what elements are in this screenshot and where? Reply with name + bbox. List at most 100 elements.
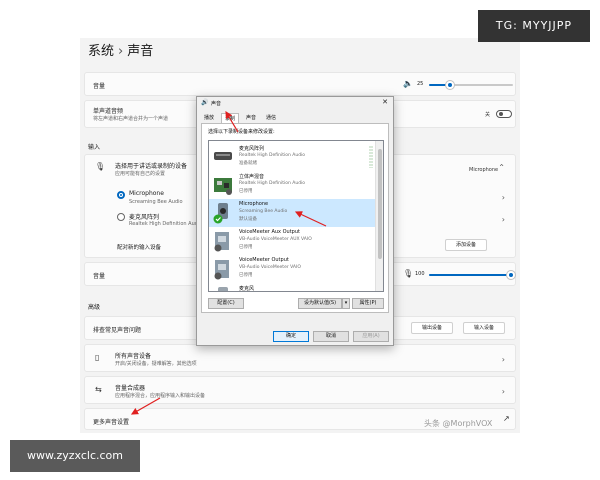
more-sound-settings-link[interactable]: 更多声音设置 [93,417,129,426]
page-title: 声音 [127,44,154,59]
radio-microphone[interactable] [117,191,125,199]
output-devices-button[interactable]: 输出设备 [411,322,454,334]
chevron-right-icon[interactable]: › [502,193,505,202]
microphone-icon: 🎙 [95,162,106,171]
add-device-button[interactable]: 添加设备 [445,239,488,251]
input-device-sub: Screaming Bee Audio [129,199,183,205]
slider-fill [429,274,511,276]
tab-communications[interactable]: 通信 [263,113,279,123]
speaker-device-icon: ▯ [95,353,100,362]
pair-device-label: 配对新的输入设备 [117,245,162,251]
external-link-icon: ↗ [503,414,510,423]
device-item[interactable]: VoiceMeeter Aux Output VB-Audio VoiceMee… [209,227,377,255]
recording-panel: 选择以下录制设备来修改设置: 麦克风阵列 Realtek High Defini… [201,123,389,313]
device-name: 麦克风阵列 [239,146,265,152]
breadcrumb-separator: › [118,44,124,59]
mono-audio-title: 单声道音频 [93,108,124,115]
chevron-right-icon[interactable]: › [502,215,505,224]
device-name: 麦克风 [239,286,255,292]
input-volume-label: 音量 [93,273,106,280]
chevron-right-icon[interactable]: › [502,387,505,396]
device-name: Microphone [239,201,269,207]
apply-button[interactable]: 应用(A) [353,331,389,342]
device-driver: VB-Audio VoiceMeeter AUX VAIO [239,237,312,242]
site-watermark-badge: www.zyzxclc.com [10,440,140,472]
mixer-icon: ⇆ [95,385,102,394]
breadcrumb: 系统 › 声音 [88,40,153,59]
device-driver: Screaming Bee Audio [239,209,288,214]
mixer-title: 音量合成器 [115,385,146,392]
ok-button[interactable]: 确定 [273,331,309,342]
input-current-device[interactable]: Microphone [469,167,498,173]
chevron-up-icon[interactable]: ⌃ [498,163,505,172]
input-section-header: 输入 [88,144,101,151]
volume-mixer-row[interactable]: ⇆ 音量合成器 应用程序混合，应用程序输入和输出设备 › [84,376,516,404]
input-device-name: 麦克风阵列 [129,214,160,221]
circuit-board-icon [214,178,232,195]
configure-button[interactable]: 配置(C) [208,298,244,309]
sound-dialog: 🔊 声音 ✕ 播放 录制 声音 通信 选择以下录制设备来修改设置: 麦克风阵列 … [196,96,394,346]
slider-knob[interactable] [446,81,454,89]
cancel-button[interactable]: 取消 [313,331,349,342]
device-item[interactable]: 麦克风阵列 Realtek High Definition Audio 准备就绪 [209,143,377,171]
virtual-cable-icon [214,232,229,252]
microphone-array-icon [214,152,232,160]
microphone-icon[interactable]: 🎙 [403,270,413,278]
device-item[interactable]: VoiceMeeter Output VB-Audio VoiceMeeter … [209,255,377,283]
output-volume-value: 25 [417,81,424,87]
breadcrumb-parent[interactable]: 系统 [88,44,114,59]
mono-audio-toggle[interactable] [496,110,512,118]
close-icon[interactable]: ✕ [382,98,388,106]
morphvox-watermark: 头条 @MorphVOX [424,419,493,428]
device-driver: VB-Audio VoiceMeeter VAIO [239,265,301,270]
speaker-icon: 🔊 [201,99,209,106]
chevron-right-icon[interactable]: › [502,355,505,364]
input-devices-button[interactable]: 输入设备 [463,322,506,334]
input-choose-title: 选择用于讲话或录制的设备 [115,163,188,170]
device-status: 默认设备 [239,217,257,222]
dialog-instruction: 选择以下录制设备来修改设置: [208,129,275,135]
radio-mic-array[interactable] [117,213,125,221]
device-status: 已停用 [239,273,253,278]
microphone-default-icon [213,203,228,224]
input-choose-desc: 应用可能有自己的设置 [115,171,166,177]
tab-playback[interactable]: 播放 [201,113,217,123]
speaker-icon[interactable]: 🔈 [403,80,413,88]
output-volume-slider[interactable] [429,81,513,89]
device-status: 已停用 [239,245,253,250]
output-volume-row: 音量 🔈 25 [84,72,516,96]
dialog-title: 声音 [211,101,222,107]
device-status: 准备就绪 [239,161,257,166]
screenshot: { "breadcrumb": { "parent": "系统", "separ… [0,0,600,480]
tab-recording[interactable]: 录制 [221,113,240,123]
device-item[interactable]: 立体声混音 Realtek High Definition Audio 已停用 [209,171,377,199]
tg-watermark-badge: TG: MYYJJPP [478,10,590,42]
slider-knob[interactable] [507,271,515,279]
device-item-selected[interactable]: Microphone Screaming Bee Audio 默认设备 [209,199,377,227]
set-default-dropdown-icon[interactable]: ▾ [342,298,350,309]
mixer-desc: 应用程序混合，应用程序输入和输出设备 [115,393,206,399]
device-name: VoiceMeeter Aux Output [239,229,300,235]
device-list-scrollbar[interactable] [375,141,383,291]
output-volume-label: 音量 [93,83,106,90]
tab-sounds[interactable]: 声音 [243,113,259,123]
all-devices-title: 所有声音设备 [115,353,152,360]
input-device-sub: Realtek High Definition Audio [129,221,203,227]
device-name: 立体声混音 [239,174,265,180]
virtual-cable-icon [214,260,229,280]
device-driver: Realtek High Definition Audio [239,181,306,186]
advanced-section-header: 高级 [88,304,101,311]
mono-audio-state: 关 [485,112,491,118]
device-item[interactable]: 麦克风 [209,283,377,292]
recording-device-list[interactable]: 麦克风阵列 Realtek High Definition Audio 准备就绪… [208,140,384,292]
all-devices-desc: 开启/关闭设备，疑难解答，其他选项 [115,361,197,367]
all-sound-devices-row[interactable]: ▯ 所有声音设备 开启/关闭设备，疑难解答，其他选项 › [84,344,516,372]
device-name: VoiceMeeter Output [239,257,289,263]
set-default-button[interactable]: 设为默认值(S) [298,298,342,309]
scrollbar-thumb[interactable] [378,149,382,259]
properties-button[interactable]: 属性(P) [352,298,384,309]
device-status: 已停用 [239,189,253,194]
device-driver: Realtek High Definition Audio [239,153,306,158]
mono-audio-desc: 将左声道和右声道合并为一个声道 [93,116,169,122]
input-volume-slider[interactable] [429,271,515,279]
